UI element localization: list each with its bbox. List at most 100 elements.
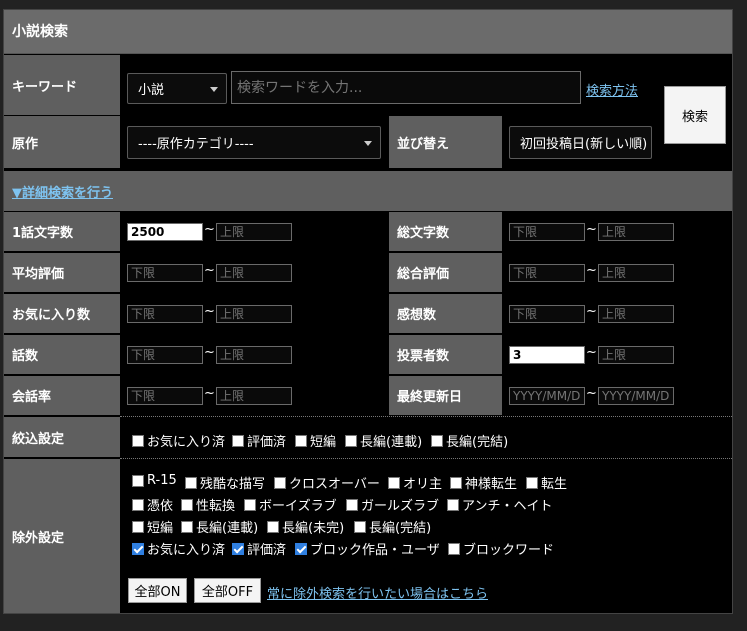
words-per-chapter-label: 1話文字数 — [4, 212, 120, 251]
all-off-button[interactable]: 全部OFF — [194, 578, 261, 603]
exclude-option[interactable]: 転生 — [526, 473, 567, 492]
checkbox[interactable] — [295, 434, 307, 447]
exclude-option[interactable]: 憑依 — [132, 495, 173, 514]
range-tilde: ~ — [586, 222, 597, 237]
voters-min-input[interactable] — [509, 346, 585, 364]
exclude-option[interactable]: 残酷な描写 — [185, 473, 265, 492]
favorites-min-input[interactable] — [127, 305, 203, 323]
exclude-option[interactable]: 神様転生 — [450, 473, 517, 492]
checkbox[interactable] — [448, 542, 460, 555]
always-exclude-link[interactable]: 常に除外検索を行いたい場合はこちら — [267, 583, 488, 602]
search-help-link[interactable]: 検索方法 — [586, 80, 638, 99]
dialogue-rate-max-input[interactable] — [216, 387, 292, 405]
checkbox[interactable] — [450, 476, 462, 489]
checkbox[interactable] — [132, 520, 144, 533]
chevron-down-icon — [364, 140, 372, 146]
keyword-type-select[interactable]: 小説 — [127, 73, 227, 104]
checkbox[interactable] — [346, 498, 358, 511]
keyword-label: キーワード — [4, 55, 120, 115]
sort-select[interactable]: 初回投稿日(新しい順) — [509, 126, 652, 159]
checkbox[interactable] — [132, 498, 144, 511]
avg-rating-max-input[interactable] — [216, 264, 292, 282]
checkbox[interactable] — [388, 476, 400, 489]
chevron-down-icon — [210, 86, 218, 92]
original-category-value: ----原作カテゴリ---- — [138, 137, 254, 152]
checkbox[interactable] — [181, 520, 193, 533]
checkbox[interactable] — [345, 434, 357, 447]
sort-value: 初回投稿日(新しい順) — [520, 137, 648, 152]
filter-option[interactable]: 評価済 — [232, 431, 286, 450]
range-tilde: ~ — [204, 386, 215, 401]
voters-label: 投票者数 — [389, 335, 502, 374]
exclude-option[interactable]: お気に入り済 — [132, 539, 225, 558]
advanced-search-bar: ▼詳細検索を行う — [4, 171, 732, 211]
checkbox-checked[interactable] — [132, 542, 144, 555]
exclude-option[interactable]: ボーイズラブ — [244, 495, 337, 514]
search-button[interactable]: 検索 — [664, 86, 726, 144]
exclude-option[interactable]: ブロックワード — [448, 539, 554, 558]
total-rating-max-input[interactable] — [598, 264, 674, 282]
original-category-select[interactable]: ----原作カテゴリ---- — [127, 126, 381, 159]
dialogue-rate-min-input[interactable] — [127, 387, 203, 405]
reviews-min-input[interactable] — [509, 305, 585, 323]
keyword-input[interactable] — [231, 71, 581, 104]
total-rating-min-input[interactable] — [509, 264, 585, 282]
checkbox[interactable] — [232, 434, 244, 447]
checkbox[interactable] — [185, 476, 197, 489]
advanced-search-toggle[interactable]: ▼詳細検索を行う — [12, 182, 113, 201]
exclude-option[interactable]: オリ主 — [388, 473, 442, 492]
last-update-min-input[interactable] — [509, 387, 585, 405]
exclude-option[interactable]: R-15 — [132, 473, 177, 488]
words-per-chapter-max-input[interactable] — [216, 223, 292, 241]
checkbox[interactable] — [354, 520, 366, 533]
exclude-option[interactable]: ブロック作品・ユーザ — [295, 539, 440, 558]
checkbox-checked[interactable] — [295, 542, 307, 555]
voters-max-input[interactable] — [598, 346, 674, 364]
checkbox[interactable] — [244, 498, 256, 511]
range-tilde: ~ — [586, 386, 597, 401]
avg-rating-min-input[interactable] — [127, 264, 203, 282]
checkbox[interactable] — [447, 498, 459, 511]
checkbox[interactable] — [132, 474, 144, 487]
chapters-max-input[interactable] — [216, 346, 292, 364]
exclude-option[interactable]: 長編(未完) — [267, 517, 344, 536]
exclude-option[interactable]: クロスオーバー — [274, 473, 380, 492]
checkbox[interactable] — [526, 476, 538, 489]
sort-label: 並び替え — [389, 116, 502, 168]
checkbox[interactable] — [431, 434, 443, 447]
exclude-option[interactable]: ガールズラブ — [346, 495, 439, 514]
original-label: 原作 — [4, 116, 120, 168]
exclude-option[interactable]: 長編(完結) — [354, 517, 431, 536]
total-rating-label: 総合評価 — [389, 253, 502, 292]
total-words-label: 総文字数 — [389, 212, 502, 251]
words-per-chapter-min-input[interactable] — [127, 223, 203, 241]
exclude-option[interactable]: 長編(連載) — [181, 517, 258, 536]
checkbox-checked[interactable] — [232, 542, 244, 555]
checkbox[interactable] — [274, 476, 286, 489]
chapters-min-input[interactable] — [127, 346, 203, 364]
exclude-option[interactable]: アンチ・ヘイト — [447, 495, 552, 514]
last-update-max-input[interactable] — [598, 387, 674, 405]
checkbox[interactable] — [132, 434, 144, 447]
reviews-max-input[interactable] — [598, 305, 674, 323]
favorites-label: お気に入り数 — [4, 294, 120, 333]
filter-option[interactable]: 長編(連載) — [345, 431, 422, 450]
favorites-max-input[interactable] — [216, 305, 292, 323]
checkbox[interactable] — [267, 520, 279, 533]
exclude-option[interactable]: 評価済 — [232, 539, 286, 558]
filter-label: 絞込設定 — [4, 417, 120, 457]
exclude-option[interactable]: 性転換 — [181, 495, 235, 514]
panel-title: 小説検索 — [4, 10, 732, 54]
range-tilde: ~ — [204, 263, 215, 278]
total-words-min-input[interactable] — [509, 223, 585, 241]
chapters-label: 話数 — [4, 335, 120, 374]
range-tilde: ~ — [204, 345, 215, 360]
exclude-option[interactable]: 短編 — [132, 517, 173, 536]
total-words-max-input[interactable] — [598, 223, 674, 241]
checkbox[interactable] — [181, 498, 193, 511]
filter-option[interactable]: 短編 — [295, 431, 336, 450]
all-on-button[interactable]: 全部ON — [128, 578, 187, 603]
filter-option[interactable]: お気に入り済 — [132, 431, 225, 450]
filter-option[interactable]: 長編(完結) — [431, 431, 508, 450]
range-tilde: ~ — [204, 222, 215, 237]
